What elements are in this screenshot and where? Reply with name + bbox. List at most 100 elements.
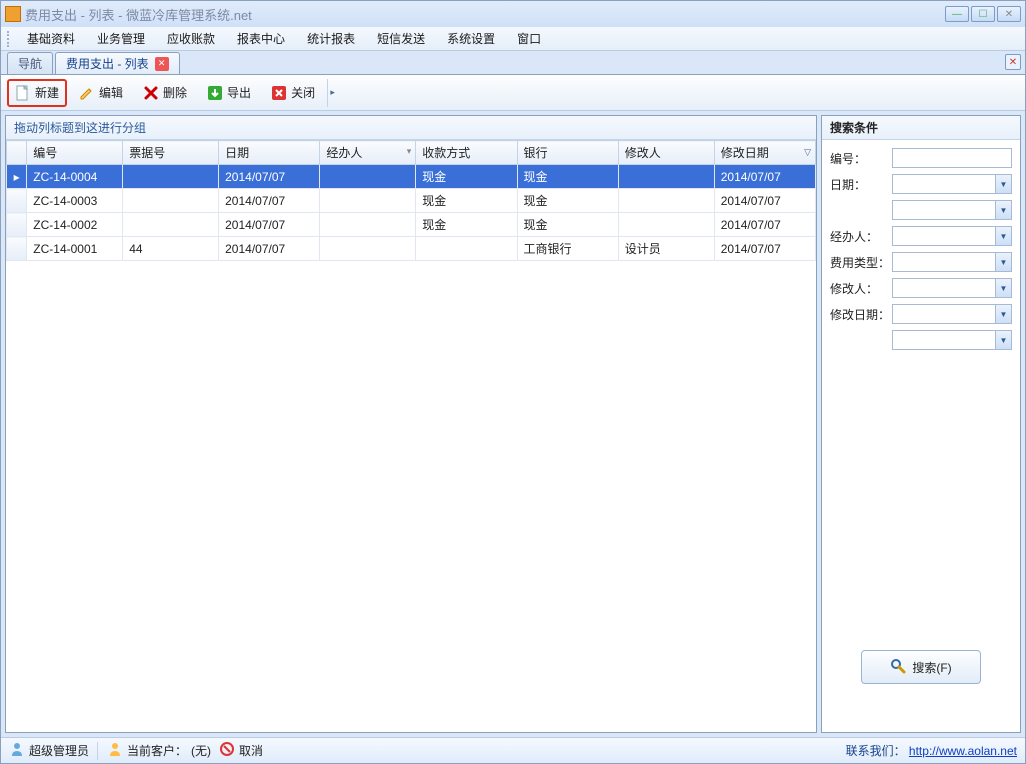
- close-button[interactable]: 关闭: [263, 79, 323, 107]
- cell-bill[interactable]: [123, 213, 219, 237]
- cell-bill[interactable]: [123, 189, 219, 213]
- dropdown-icon[interactable]: ▼: [995, 227, 1011, 245]
- search-panel-title: 搜索条件: [822, 116, 1020, 140]
- status-user: 超级管理员: [9, 741, 89, 760]
- sort-desc-icon[interactable]: ▽: [804, 147, 811, 158]
- input-date-to[interactable]: [892, 200, 1012, 220]
- filter-icon[interactable]: ▾: [407, 146, 412, 157]
- cell-date[interactable]: 2014/07/07: [219, 213, 320, 237]
- cell-handler[interactable]: [320, 165, 416, 189]
- input-type[interactable]: [892, 252, 1012, 272]
- group-by-bar[interactable]: 拖动列标题到这进行分组: [6, 116, 816, 140]
- table-row[interactable]: ZC-14-0003 2014/07/07 现金现金 2014/07/07: [7, 189, 816, 213]
- cell-id[interactable]: ZC-14-0002: [27, 213, 123, 237]
- menu-receivable[interactable]: 应收账款: [157, 28, 225, 49]
- menu-report-center[interactable]: 报表中心: [227, 28, 295, 49]
- status-cancel[interactable]: 取消: [219, 741, 263, 760]
- cell-bank[interactable]: 现金: [517, 165, 618, 189]
- search-button[interactable]: 搜索(F): [861, 650, 981, 684]
- cell-bill[interactable]: [123, 165, 219, 189]
- data-grid[interactable]: 编号 票据号 日期 经办人▾ 收款方式 银行 修改人 修改日期▽ ▸ZC-14-…: [6, 140, 816, 732]
- row-indicator: [7, 213, 27, 237]
- dropdown-icon[interactable]: ▼: [995, 201, 1011, 219]
- tab-navigation[interactable]: 导航: [7, 52, 53, 74]
- cell-bank[interactable]: 现金: [517, 189, 618, 213]
- titlebar: 费用支出 - 列表 - 微蓝冷库管理系统.net — ☐ ✕: [1, 1, 1025, 27]
- minimize-button[interactable]: —: [945, 6, 969, 22]
- col-mdate[interactable]: 修改日期▽: [714, 141, 815, 165]
- col-pay[interactable]: 收款方式: [416, 141, 517, 165]
- cell-bill[interactable]: 44: [123, 237, 219, 261]
- menu-stats[interactable]: 统计报表: [297, 28, 365, 49]
- tab-expense-list[interactable]: 费用支出 - 列表 ✕: [55, 52, 180, 74]
- cell-handler[interactable]: [320, 237, 416, 261]
- menu-sms[interactable]: 短信发送: [367, 28, 435, 49]
- cell-mdate[interactable]: 2014/07/07: [714, 237, 815, 261]
- menubar: 基础资料 业务管理 应收账款 报表中心 统计报表 短信发送 系统设置 窗口: [1, 27, 1025, 51]
- table-row[interactable]: ZC-14-0002 2014/07/07 现金现金 2014/07/07: [7, 213, 816, 237]
- status-cancel-label: 取消: [239, 742, 263, 759]
- cell-pay[interactable]: 现金: [416, 189, 517, 213]
- col-modifier[interactable]: 修改人: [618, 141, 714, 165]
- cell-pay[interactable]: 现金: [416, 213, 517, 237]
- cell-modifier[interactable]: [618, 165, 714, 189]
- input-mdate-to[interactable]: [892, 330, 1012, 350]
- menu-settings[interactable]: 系统设置: [437, 28, 505, 49]
- input-id[interactable]: [892, 148, 1012, 168]
- cell-id[interactable]: ZC-14-0004: [27, 165, 123, 189]
- close-red-icon: [271, 85, 287, 101]
- cell-modifier[interactable]: [618, 213, 714, 237]
- cell-mdate[interactable]: 2014/07/07: [714, 189, 815, 213]
- input-mdate-from[interactable]: [892, 304, 1012, 324]
- menu-window[interactable]: 窗口: [507, 28, 551, 49]
- new-button[interactable]: 新建: [7, 79, 67, 107]
- dropdown-icon[interactable]: ▼: [995, 253, 1011, 271]
- col-id[interactable]: 编号: [27, 141, 123, 165]
- contact-link[interactable]: http://www.aolan.net: [909, 744, 1017, 758]
- table-row[interactable]: ▸ZC-14-00042014/07/07现金现金2014/07/07: [7, 165, 816, 189]
- input-handler[interactable]: [892, 226, 1012, 246]
- cell-handler[interactable]: [320, 213, 416, 237]
- table-row[interactable]: ZC-14-0001442014/07/07工商银行设计员2014/07/07: [7, 237, 816, 261]
- cell-handler[interactable]: [320, 189, 416, 213]
- col-date[interactable]: 日期: [219, 141, 320, 165]
- maximize-button[interactable]: ☐: [971, 6, 995, 22]
- tabstrip-close-button[interactable]: ✕: [1005, 54, 1021, 70]
- search-panel: 搜索条件 编号： 日期： ▼ ▼ 经办人： ▼: [821, 115, 1021, 733]
- cell-date[interactable]: 2014/07/07: [219, 165, 320, 189]
- cell-id[interactable]: ZC-14-0001: [27, 237, 123, 261]
- dropdown-icon[interactable]: ▼: [995, 279, 1011, 297]
- cell-mdate[interactable]: 2014/07/07: [714, 213, 815, 237]
- export-button[interactable]: 导出: [199, 79, 259, 107]
- menu-basic-data[interactable]: 基础资料: [17, 28, 85, 49]
- cell-bank[interactable]: 现金: [517, 213, 618, 237]
- dropdown-icon[interactable]: ▼: [995, 175, 1011, 193]
- row-indicator: [7, 237, 27, 261]
- input-date-from[interactable]: [892, 174, 1012, 194]
- cell-date[interactable]: 2014/07/07: [219, 237, 320, 261]
- cell-pay[interactable]: [416, 237, 517, 261]
- cell-date[interactable]: 2014/07/07: [219, 189, 320, 213]
- col-bill[interactable]: 票据号: [123, 141, 219, 165]
- pencil-icon: [79, 85, 95, 101]
- cell-modifier[interactable]: 设计员: [618, 237, 714, 261]
- cell-bank[interactable]: 工商银行: [517, 237, 618, 261]
- close-window-button[interactable]: ✕: [997, 6, 1021, 22]
- magnifier-icon: [890, 658, 906, 677]
- toolbar-overflow-button[interactable]: ▸: [327, 79, 337, 107]
- dropdown-icon[interactable]: ▼: [995, 331, 1011, 349]
- cell-modifier[interactable]: [618, 189, 714, 213]
- col-handler[interactable]: 经办人▾: [320, 141, 416, 165]
- person-icon: [107, 741, 123, 760]
- delete-button[interactable]: 删除: [135, 79, 195, 107]
- cell-mdate[interactable]: 2014/07/07: [714, 165, 815, 189]
- dropdown-icon[interactable]: ▼: [995, 305, 1011, 323]
- cell-pay[interactable]: 现金: [416, 165, 517, 189]
- menu-business[interactable]: 业务管理: [87, 28, 155, 49]
- cell-id[interactable]: ZC-14-0003: [27, 189, 123, 213]
- tab-close-icon[interactable]: ✕: [155, 57, 169, 71]
- input-modifier[interactable]: [892, 278, 1012, 298]
- export-button-label: 导出: [227, 84, 251, 101]
- edit-button[interactable]: 编辑: [71, 79, 131, 107]
- col-bank[interactable]: 银行: [517, 141, 618, 165]
